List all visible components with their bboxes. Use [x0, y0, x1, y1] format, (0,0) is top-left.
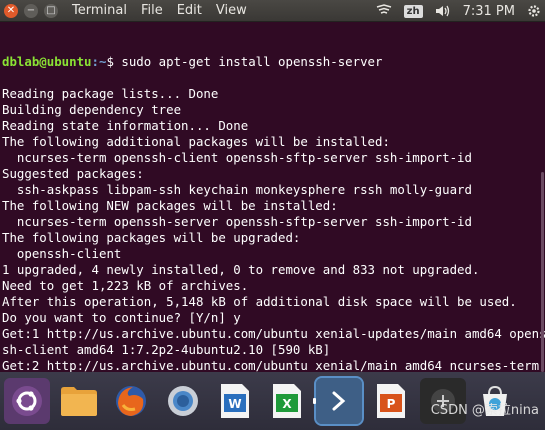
window-controls: ✕ − □ — [4, 3, 72, 18]
terminal-output[interactable]: dblab@ubuntu:~$ sudo apt-get install ope… — [0, 22, 545, 372]
active-indicator — [313, 398, 316, 404]
output-line: The following NEW packages will be insta… — [2, 198, 338, 213]
volume-icon[interactable] — [435, 4, 451, 18]
network-icon[interactable] — [376, 4, 392, 18]
prompt-symbol: $ — [106, 54, 114, 69]
minimize-icon[interactable]: − — [24, 3, 38, 18]
close-icon[interactable]: ✕ — [4, 3, 18, 18]
firefox-icon[interactable] — [108, 378, 154, 424]
gear-icon[interactable] — [527, 4, 541, 18]
system-tray: zh 7:31 PM — [376, 0, 541, 22]
command-text: sudo apt-get install openssh-server — [113, 54, 383, 69]
writer-icon[interactable]: W — [212, 378, 258, 424]
output-line: ncurses-term openssh-client openssh-sftp… — [2, 150, 472, 165]
output-line: Do you want to continue? [Y/n] y — [2, 310, 241, 325]
output-line: Reading package lists... Done — [2, 86, 219, 101]
watermark: CSDN @索拉nina — [430, 403, 539, 418]
scrollbar-thumb[interactable] — [541, 172, 544, 372]
chromium-icon[interactable] — [160, 378, 206, 424]
output-line: The following additional packages will b… — [2, 134, 390, 149]
output-line: 1 upgraded, 4 newly installed, 0 to remo… — [2, 262, 480, 277]
command-line: dblab@ubuntu:~$ sudo apt-get install ope… — [2, 54, 545, 70]
output-line: Get:1 http://us.archive.ubuntu.com/ubunt… — [2, 326, 545, 357]
output-line: After this operation, 5,148 kB of additi… — [2, 294, 517, 309]
svg-text:X: X — [282, 397, 292, 411]
top-menu-bar: ✕ − □ Terminal File Edit View zh 7:31 PM — [0, 0, 545, 22]
output-line: Reading state information... Done — [2, 118, 249, 133]
output-line: Get:2 http://us.archive.ubuntu.com/ubunt… — [2, 358, 540, 372]
terminal-icon[interactable] — [313, 376, 364, 426]
menu-terminal[interactable]: Terminal — [72, 3, 127, 18]
menu-file[interactable]: File — [141, 3, 163, 18]
calc-icon[interactable]: X — [264, 378, 310, 424]
prompt-path: :~ — [91, 54, 107, 69]
files-icon[interactable] — [56, 378, 102, 424]
app-menu: Terminal File Edit View — [72, 3, 247, 18]
ubuntu-dash-icon[interactable] — [4, 378, 50, 424]
output-line: ssh-askpass libpam-ssh keychain monkeysp… — [2, 182, 472, 197]
prompt-user: dblab@ubuntu — [2, 54, 92, 69]
output-line: The following packages will be upgraded: — [2, 230, 301, 245]
output-line: Building dependency tree — [2, 102, 182, 117]
maximize-icon[interactable]: □ — [44, 3, 58, 18]
terminal-scrollbar[interactable] — [540, 22, 545, 372]
menu-edit[interactable]: Edit — [177, 3, 202, 18]
input-method-indicator[interactable]: zh — [403, 4, 423, 18]
output-line: openssh-client — [2, 246, 122, 261]
clock[interactable]: 7:31 PM — [463, 4, 515, 19]
svg-text:P: P — [387, 397, 396, 411]
output-line: Suggested packages: — [2, 166, 144, 181]
svg-text:W: W — [228, 397, 241, 411]
menu-view[interactable]: View — [216, 3, 247, 18]
output-line: Need to get 1,223 kB of archives. — [2, 278, 249, 293]
impress-icon[interactable]: P — [368, 378, 414, 424]
output-line: ncurses-term openssh-server openssh-sftp… — [2, 214, 472, 229]
